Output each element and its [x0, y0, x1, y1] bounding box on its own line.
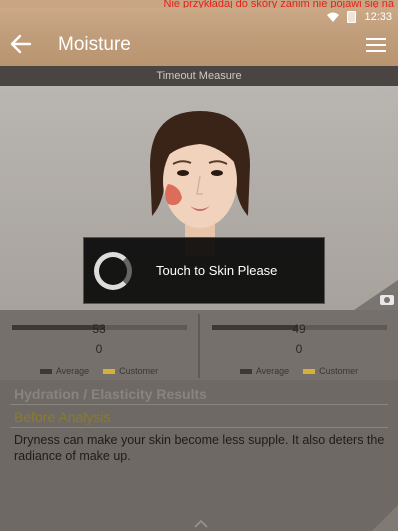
- warning-banner: Nie przykładaj do skóry zanim nie pojawi…: [0, 0, 398, 8]
- average-swatch: [39, 368, 52, 374]
- loading-spinner-icon: [94, 251, 132, 290]
- stats-column-left: 53 0 Average Customer: [0, 310, 198, 380]
- results-section: Hydration / Elasticity Results Before An…: [0, 380, 398, 531]
- average-swatch: [239, 368, 252, 374]
- results-subtitle: Before Analysis: [14, 409, 111, 425]
- status-time: 12:33: [364, 11, 392, 23]
- measurement-stats: 53 0 Average Customer 49 0 Average Custo…: [0, 310, 398, 380]
- divider: [10, 427, 388, 428]
- status-bar: 12:33: [327, 9, 392, 25]
- legend-customer-label: Customer: [119, 366, 159, 376]
- results-title: Hydration / Elasticity Results: [14, 386, 207, 402]
- customer-value-right: 0: [295, 342, 303, 356]
- page-title: Moisture: [58, 34, 131, 55]
- timeout-status-bar: Timeout Measure: [0, 66, 398, 86]
- corner-fold-icon: [372, 505, 398, 531]
- customer-value-left: 0: [95, 342, 103, 356]
- app-header: Nie przykładaj do skóry zanim nie pojawi…: [0, 0, 398, 66]
- legend-left: Average Customer: [0, 366, 198, 376]
- results-description: Dryness can make your skin become less s…: [14, 433, 385, 463]
- divider: [10, 404, 388, 405]
- average-value-left: 53: [92, 322, 106, 336]
- face-illustration: [150, 111, 250, 256]
- menu-icon[interactable]: [366, 38, 386, 52]
- chevron-up-icon[interactable]: [194, 520, 208, 528]
- average-value-right: 49: [292, 322, 306, 336]
- customer-swatch: [303, 368, 316, 374]
- wifi-icon: [327, 12, 340, 22]
- camera-icon[interactable]: [354, 280, 398, 310]
- battery-icon: [347, 11, 357, 23]
- legend-average-label: Average: [55, 366, 90, 376]
- touch-skin-dialog: Touch to Skin Please: [83, 237, 325, 304]
- legend-right: Average Customer: [200, 366, 398, 376]
- back-arrow-icon[interactable]: [10, 33, 32, 55]
- dialog-message: Touch to Skin Please: [156, 263, 278, 278]
- stats-column-right: 49 0 Average Customer: [200, 310, 398, 380]
- customer-swatch: [103, 368, 116, 374]
- legend-customer-label: Customer: [319, 366, 359, 376]
- legend-average-label: Average: [255, 366, 290, 376]
